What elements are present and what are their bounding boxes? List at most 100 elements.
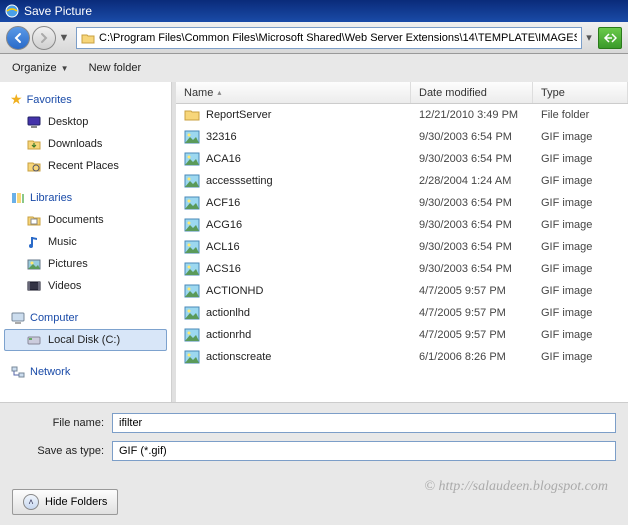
hide-folders-label: Hide Folders: [45, 496, 107, 508]
file-rows: ReportServer12/21/2010 3:49 PMFile folde…: [176, 104, 628, 402]
sidebar-item-pictures[interactable]: Pictures: [4, 253, 167, 275]
table-row[interactable]: ReportServer12/21/2010 3:49 PMFile folde…: [176, 104, 628, 126]
file-name: ACL16: [206, 241, 240, 253]
file-name: accesssetting: [206, 175, 273, 187]
cell-type: GIF image: [533, 307, 628, 319]
image-icon: [184, 349, 200, 365]
address-dropdown-icon[interactable]: ▾: [584, 27, 594, 49]
cell-type: GIF image: [533, 329, 628, 341]
cell-type: GIF image: [533, 219, 628, 231]
cell-type: GIF image: [533, 175, 628, 187]
sidebar-item-recent[interactable]: Recent Places: [4, 155, 167, 177]
folder-icon: [81, 31, 95, 45]
cell-date: 9/30/2003 6:54 PM: [411, 197, 533, 209]
savetype-label: Save as type:: [12, 445, 112, 457]
image-icon: [184, 151, 200, 167]
pictures-icon: [26, 256, 42, 272]
nav-history-dropdown[interactable]: ▼: [58, 26, 70, 50]
new-folder-label: New folder: [89, 62, 142, 74]
videos-icon: [26, 278, 42, 294]
image-icon: [184, 217, 200, 233]
cell-date: 9/30/2003 6:54 PM: [411, 263, 533, 275]
table-row[interactable]: 323169/30/2003 6:54 PMGIF image: [176, 126, 628, 148]
table-row[interactable]: ACL169/30/2003 6:54 PMGIF image: [176, 236, 628, 258]
cell-date: 4/7/2005 9:57 PM: [411, 307, 533, 319]
column-label: Type: [541, 87, 565, 99]
sidebar-item-label: Documents: [48, 214, 104, 226]
column-label: Name: [184, 87, 213, 99]
sidebar-item-desktop[interactable]: Desktop: [4, 111, 167, 133]
sidebar-item-local-disk[interactable]: Local Disk (C:): [4, 329, 167, 351]
cell-type: File folder: [533, 109, 628, 121]
file-name: ACS16: [206, 263, 241, 275]
image-icon: [184, 305, 200, 321]
network-header[interactable]: Network: [4, 361, 167, 383]
back-button[interactable]: [6, 26, 30, 50]
favorites-header[interactable]: ★ Favorites: [4, 88, 167, 111]
network-section: Network: [4, 361, 167, 383]
file-name: ACG16: [206, 219, 242, 231]
cell-date: 9/30/2003 6:54 PM: [411, 153, 533, 165]
column-name[interactable]: Name ▴: [176, 82, 411, 103]
image-icon: [184, 239, 200, 255]
sidebar-item-label: Recent Places: [48, 160, 119, 172]
sidebar-item-documents[interactable]: Documents: [4, 209, 167, 231]
cell-name: actionscreate: [176, 349, 411, 365]
cell-name: ACTIONHD: [176, 283, 411, 299]
navbar: ▼ ▾: [0, 22, 628, 54]
table-row[interactable]: actionlhd 4/7/2005 9:57 PMGIF image: [176, 302, 628, 324]
cell-date: 2/28/2004 1:24 AM: [411, 175, 533, 187]
image-icon: [184, 261, 200, 277]
table-row[interactable]: ACA169/30/2003 6:54 PMGIF image: [176, 148, 628, 170]
sidebar-item-label: Music: [48, 236, 77, 248]
image-icon: [184, 195, 200, 211]
table-row[interactable]: actionscreate6/1/2006 8:26 PMGIF image: [176, 346, 628, 368]
libraries-header[interactable]: Libraries: [4, 187, 167, 209]
table-row[interactable]: ACF16 9/30/2003 6:54 PMGIF image: [176, 192, 628, 214]
cell-name: ACG16: [176, 217, 411, 233]
forward-button[interactable]: [32, 26, 56, 50]
column-date[interactable]: Date modified: [411, 82, 533, 103]
libraries-icon: [10, 190, 26, 206]
table-row[interactable]: accesssetting 2/28/2004 1:24 AMGIF image: [176, 170, 628, 192]
sidebar-item-downloads[interactable]: Downloads: [4, 133, 167, 155]
column-label: Date modified: [419, 87, 487, 99]
cell-type: GIF image: [533, 197, 628, 209]
computer-section: Computer Local Disk (C:): [4, 307, 167, 351]
documents-icon: [26, 212, 42, 228]
sidebar-item-videos[interactable]: Videos: [4, 275, 167, 297]
file-name: ReportServer: [206, 109, 271, 121]
table-row[interactable]: ACS169/30/2003 6:54 PMGIF image: [176, 258, 628, 280]
file-name: actionlhd: [206, 307, 250, 319]
filename-input[interactable]: [112, 413, 616, 433]
sidebar-item-label: Videos: [48, 280, 81, 292]
address-bar[interactable]: [76, 27, 582, 49]
hide-folders-button[interactable]: ˄ Hide Folders: [12, 489, 118, 515]
cell-name: 32316: [176, 129, 411, 145]
organize-menu[interactable]: Organize ▼: [12, 62, 69, 74]
cell-name: ACA16: [176, 151, 411, 167]
image-icon: [184, 327, 200, 343]
disk-icon: [26, 332, 42, 348]
cell-date: 6/1/2006 8:26 PM: [411, 351, 533, 363]
go-button[interactable]: [598, 27, 622, 49]
cell-date: 9/30/2003 6:54 PM: [411, 219, 533, 231]
column-type[interactable]: Type: [533, 82, 628, 103]
sidebar-item-music[interactable]: Music: [4, 231, 167, 253]
cell-type: GIF image: [533, 241, 628, 253]
cell-name: ReportServer: [176, 107, 411, 123]
savetype-combo[interactable]: GIF (*.gif): [112, 441, 616, 461]
address-input[interactable]: [99, 32, 577, 44]
table-row[interactable]: ACTIONHD4/7/2005 9:57 PMGIF image: [176, 280, 628, 302]
file-name: ACF16: [206, 197, 240, 209]
computer-icon: [10, 310, 26, 326]
file-name: 32316: [206, 131, 237, 143]
network-label: Network: [30, 366, 70, 378]
network-icon: [10, 364, 26, 380]
computer-header[interactable]: Computer: [4, 307, 167, 329]
table-row[interactable]: actionrhd4/7/2005 9:57 PMGIF image: [176, 324, 628, 346]
new-folder-button[interactable]: New folder: [89, 62, 142, 74]
cell-name: actionrhd: [176, 327, 411, 343]
favorites-label: Favorites: [27, 94, 72, 106]
table-row[interactable]: ACG16 9/30/2003 6:54 PMGIF image: [176, 214, 628, 236]
